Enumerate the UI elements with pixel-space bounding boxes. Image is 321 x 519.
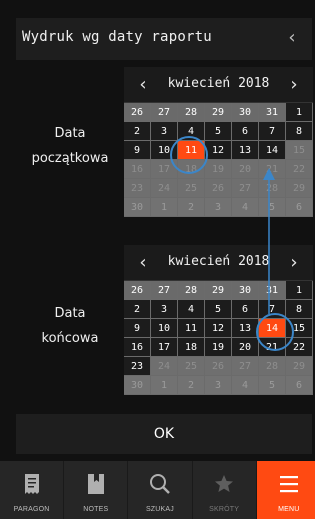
tab-menu[interactable]: MENU bbox=[256, 461, 321, 519]
tab-notes-label: NOTES bbox=[83, 506, 109, 513]
tab-skroty[interactable]: SKRÓTY bbox=[193, 461, 257, 519]
ok-button[interactable]: OK bbox=[16, 414, 312, 454]
bottom-tab-bar: PARAGON NOTES SZUKAJ SKRÓTY MENU bbox=[0, 461, 321, 519]
star-icon bbox=[215, 475, 234, 492]
search-icon bbox=[149, 474, 170, 494]
notes-icon bbox=[87, 474, 104, 494]
tab-szukaj[interactable]: SZUKAJ bbox=[128, 461, 193, 519]
menu-icon bbox=[279, 476, 298, 493]
window-edge bbox=[315, 0, 321, 519]
tab-menu-label: MENU bbox=[278, 506, 300, 513]
receipt-icon bbox=[24, 474, 39, 494]
tab-paragon[interactable]: PARAGON bbox=[0, 461, 65, 519]
tab-skroty-label: SKRÓTY bbox=[209, 506, 240, 513]
tab-paragon-label: PARAGON bbox=[13, 506, 50, 513]
tab-szukaj-label: SZUKAJ bbox=[145, 506, 174, 513]
screen: Wydruk wg daty raportu ‹ Data początkowa… bbox=[0, 0, 321, 519]
tab-notes[interactable]: NOTES bbox=[64, 461, 129, 519]
